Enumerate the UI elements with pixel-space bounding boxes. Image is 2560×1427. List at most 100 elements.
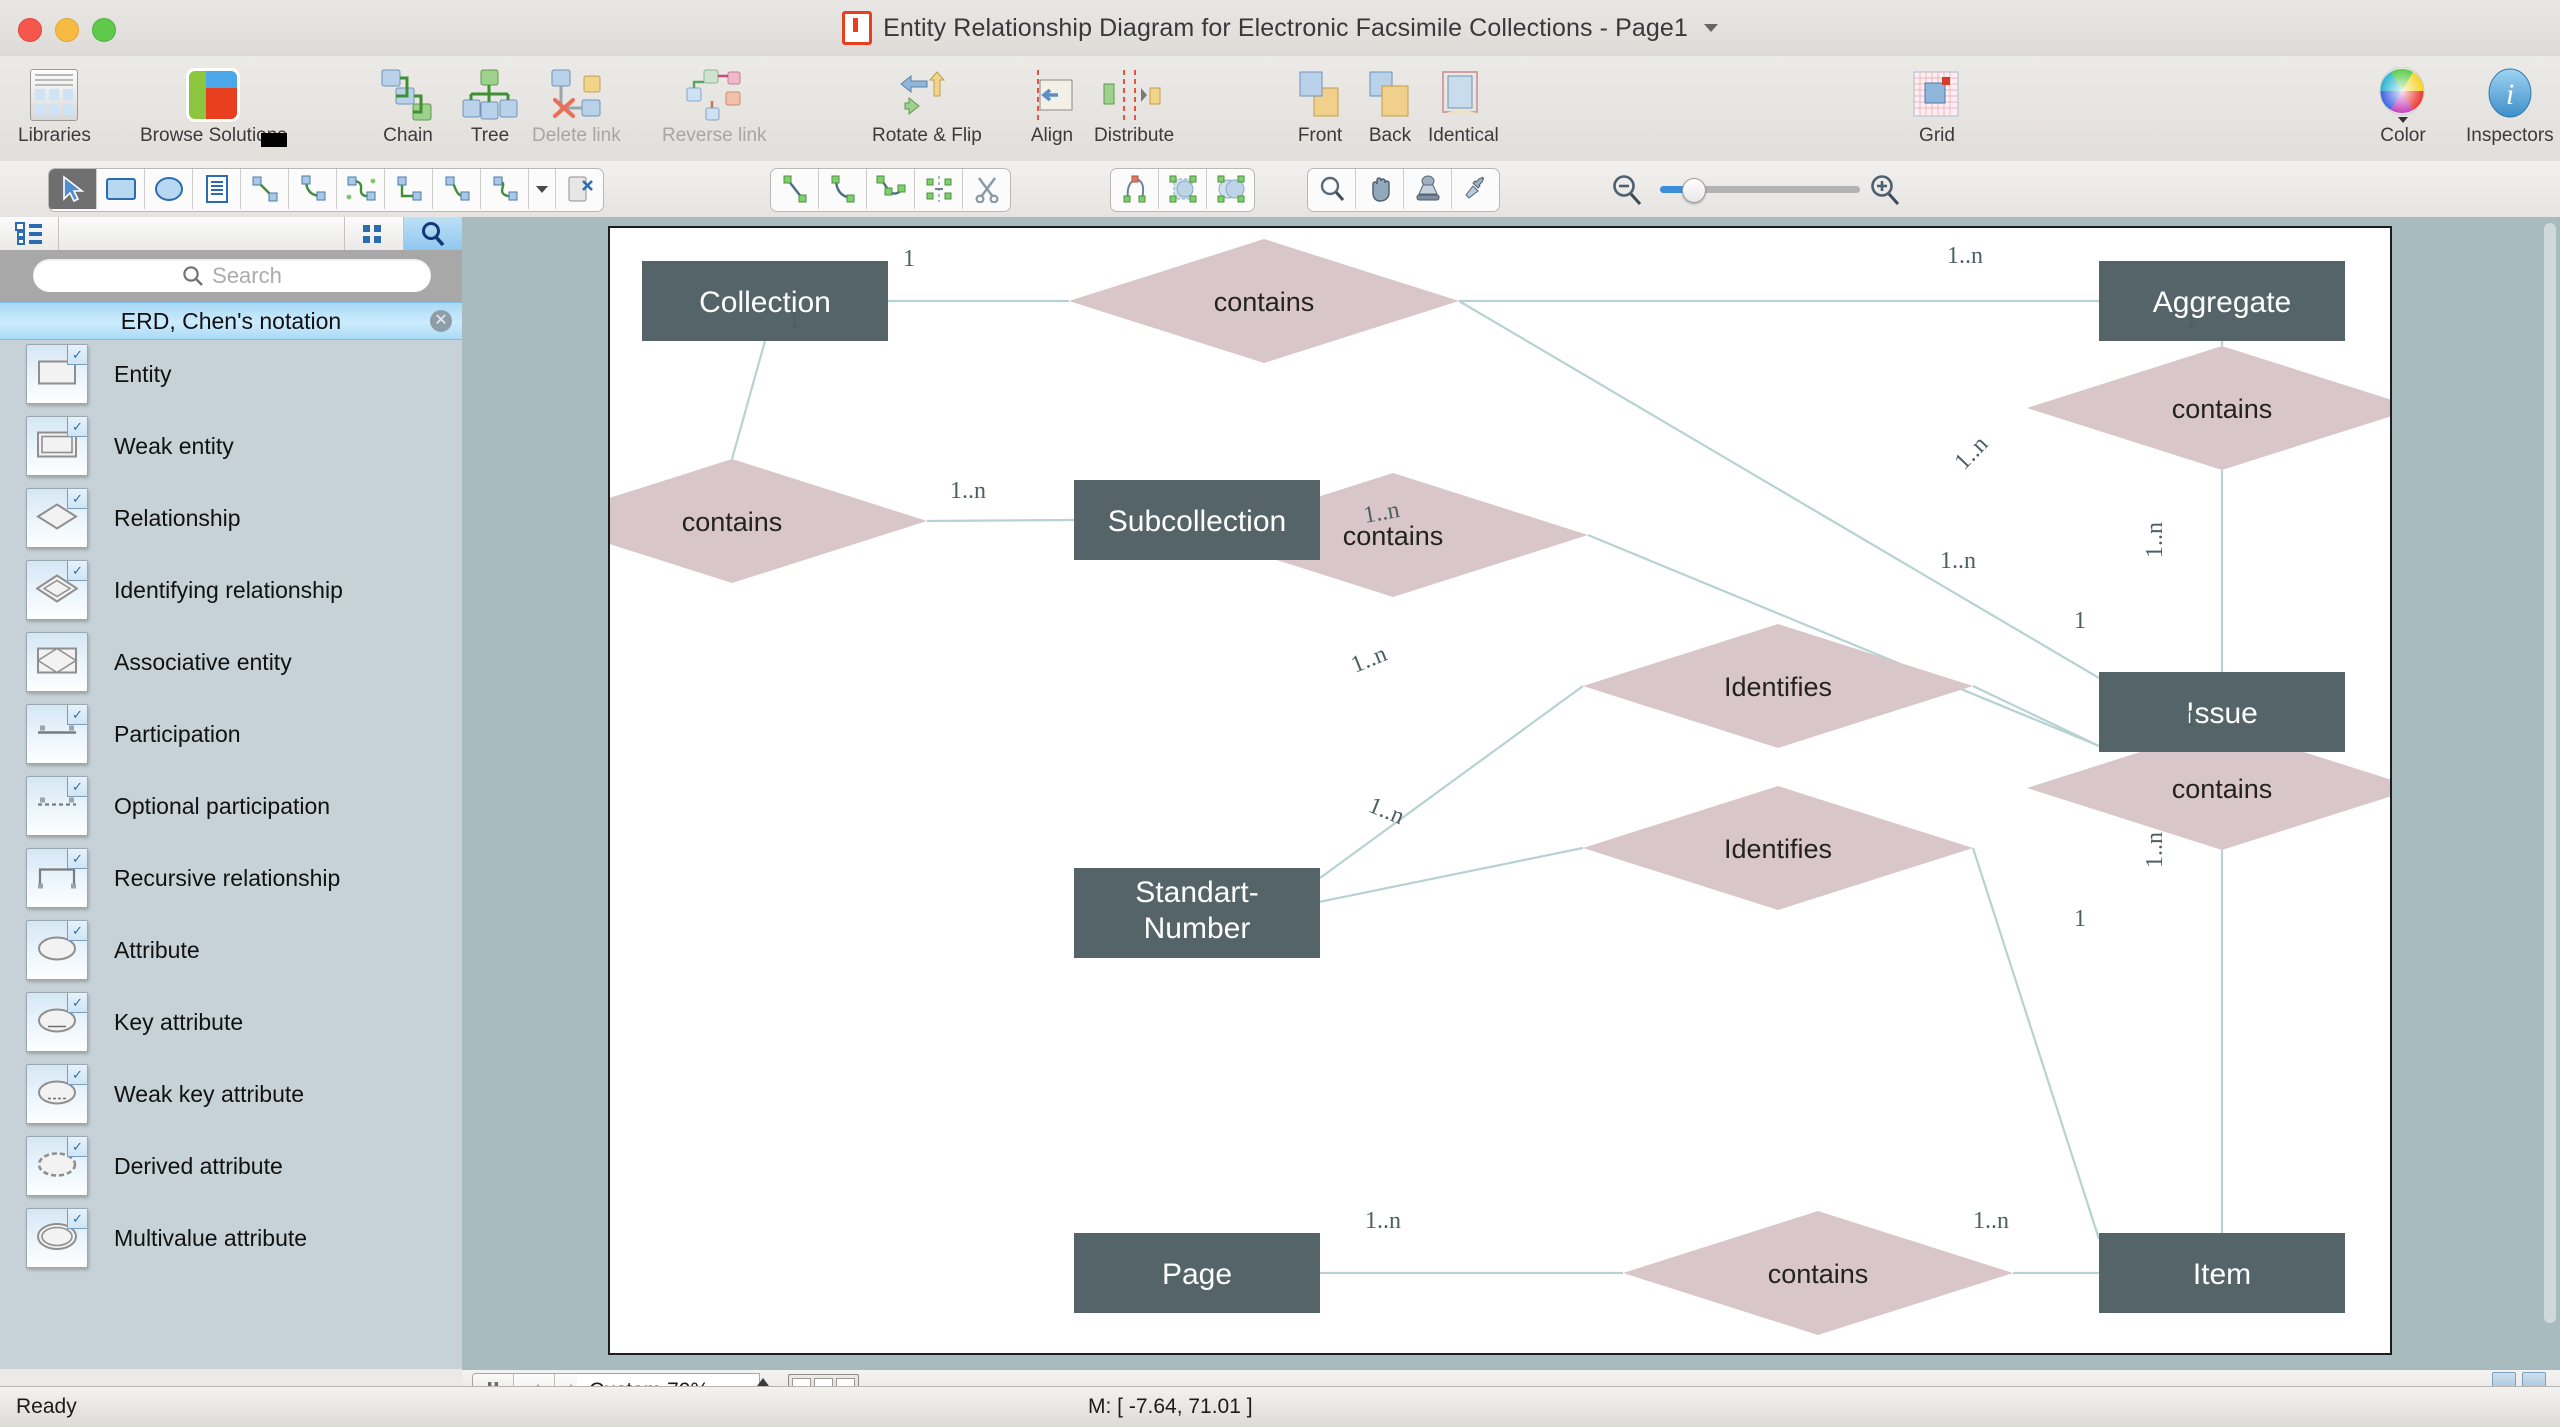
recursive-relationship-shape-icon[interactable]: ✓ <box>26 848 88 908</box>
library-item-entity[interactable]: ✓ Entity <box>0 338 462 410</box>
zoom-in-icon[interactable] <box>1868 173 1902 210</box>
entity-subcollection[interactable]: Subcollection <box>1074 480 1320 560</box>
smart-connector-icon[interactable] <box>337 169 385 209</box>
relationship-r7[interactable]: Identifies <box>1583 786 1973 910</box>
entity-issue[interactable]: Issue <box>2099 672 2345 752</box>
ellipse-tool-icon[interactable] <box>145 169 193 209</box>
toolbar-button-distribute[interactable]: Distribute <box>1094 66 1174 147</box>
entity-standart[interactable]: Standart-Number <box>1074 868 1320 958</box>
toolbar-button-color[interactable]: Color <box>2376 66 2430 147</box>
relationship-r2[interactable]: contains <box>610 459 927 583</box>
scissors-icon[interactable] <box>963 169 1010 209</box>
rectangle-tool-icon[interactable] <box>97 169 145 209</box>
straight-connector-icon[interactable] <box>241 169 289 209</box>
library-search-icon[interactable] <box>404 217 462 250</box>
entity-item[interactable]: Item <box>2099 1233 2345 1313</box>
toolbar-button-back[interactable]: Back <box>1362 66 1418 147</box>
toolbar-button-align[interactable]: Align <box>1024 66 1080 147</box>
stamp-tool-icon[interactable] <box>1404 169 1452 209</box>
freeform-icon[interactable] <box>867 169 915 209</box>
optional-participation-shape-icon[interactable]: ✓ <box>26 776 88 836</box>
library-section-header[interactable]: ERD, Chen's notation ✕ <box>0 302 462 340</box>
toolbar-button-rotate-flip[interactable]: Rotate & Flip <box>872 66 982 147</box>
library-item-recursive-relationship[interactable]: ✓ Recursive relationship <box>0 842 462 914</box>
toolbar-button-chain[interactable]: Chain <box>380 66 436 147</box>
zoom-out-icon[interactable] <box>1610 173 1644 210</box>
zoom-slider-thumb[interactable] <box>1682 178 1706 203</box>
weak-entity-shape-icon[interactable]: ✓ <box>26 416 88 476</box>
relationship-r5[interactable]: Identifies <box>1583 624 1973 748</box>
mirror-icon[interactable] <box>915 169 963 209</box>
entity-collection[interactable]: Collection <box>642 261 888 341</box>
library-grid-icon[interactable] <box>345 217 405 250</box>
subtract-icon[interactable] <box>1159 169 1207 209</box>
relationship-label: contains <box>2172 394 2273 424</box>
scrollbar-thumb[interactable] <box>2544 223 2556 1323</box>
library-tree-icon[interactable] <box>0 217 59 250</box>
associative-entity-shape-icon[interactable] <box>26 632 88 692</box>
relationship-r3[interactable]: contains <box>2027 346 2390 470</box>
entity-aggregate[interactable]: Aggregate <box>2099 261 2345 341</box>
delete-shape-icon[interactable] <box>556 169 603 209</box>
participation-shape-icon[interactable]: ✓ <box>26 704 88 764</box>
library-item-attribute[interactable]: ✓ Attribute <box>0 914 462 986</box>
library-item-identifying-relationship[interactable]: ✓ Identifying relationship <box>0 554 462 626</box>
toolbar-button-libraries[interactable]: Libraries <box>18 66 91 147</box>
title-bar: Entity Relationship Diagram for Electron… <box>0 0 2560 57</box>
entity-shape-icon[interactable]: ✓ <box>26 344 88 404</box>
toolbar-button-tree[interactable]: Tree <box>462 66 518 147</box>
relationship-r8[interactable]: contains <box>1623 1211 2013 1335</box>
toolbar-button-grid[interactable]: Grid <box>1912 66 1962 147</box>
search-input[interactable]: Search <box>33 259 431 292</box>
library-item-key-attribute[interactable]: ✓ Key attribute <box>0 986 462 1058</box>
pointer-tool-icon[interactable] <box>49 169 97 209</box>
eyedropper-tool-icon[interactable] <box>1452 169 1499 209</box>
toolbar-label: Back <box>1368 125 1412 146</box>
hand-tool-icon[interactable] <box>1356 169 1404 209</box>
toolbar-button-front[interactable]: Front <box>1292 66 1348 147</box>
derived-attribute-shape-icon[interactable]: ✓ <box>26 1136 88 1196</box>
document-page[interactable]: contains contains contains contains Identifi… <box>608 226 2392 1355</box>
library-item-optional-participation[interactable]: ✓ Optional participation <box>0 770 462 842</box>
key-attribute-shape-icon[interactable]: ✓ <box>26 992 88 1052</box>
arc-segment-icon[interactable] <box>819 169 867 209</box>
entity-page[interactable]: Page <box>1074 1233 1320 1313</box>
close-icon[interactable]: ✕ <box>430 310 452 332</box>
rounded-connector-icon[interactable] <box>481 169 529 209</box>
library-item-label: Identifying relationship <box>114 576 343 603</box>
curved-connector-icon[interactable] <box>289 169 337 209</box>
relationship-r1[interactable]: contains <box>1069 239 1459 363</box>
toolbar-label: Chain <box>383 125 433 146</box>
library-item-derived-attribute[interactable]: ✓ Derived attribute <box>0 1130 462 1202</box>
application-window: Entity Relationship Diagram for Electron… <box>0 0 2560 1427</box>
chevron-down-icon[interactable] <box>1703 24 1718 32</box>
identifying-relationship-shape-icon[interactable]: ✓ <box>26 560 88 620</box>
connector-dropdown-caret[interactable] <box>529 169 556 209</box>
weak-key-attribute-shape-icon[interactable]: ✓ <box>26 1064 88 1124</box>
union-icon[interactable] <box>1111 169 1159 209</box>
canvas-vertical-scrollbar[interactable] <box>2544 223 2556 1323</box>
toolbar-button-delete-link[interactable]: Delete link <box>532 66 621 147</box>
library-item-weak-entity[interactable]: ✓ Weak entity <box>0 410 462 482</box>
intersect-icon[interactable] <box>1207 169 1254 209</box>
library-item-weak-key-attribute[interactable]: ✓ Weak key attribute <box>0 1058 462 1130</box>
right-angle-connector-icon[interactable] <box>385 169 433 209</box>
library-item-associative-entity[interactable]: Associative entity <box>0 626 462 698</box>
check-icon: ✓ <box>67 705 87 725</box>
relationship-shape-icon[interactable]: ✓ <box>26 488 88 548</box>
library-item-participation[interactable]: ✓ Participation <box>0 698 462 770</box>
toolbar-button-inspectors[interactable]: i Inspectors <box>2466 66 2554 147</box>
canvas-area[interactable]: contains contains contains contains Identifi… <box>462 217 2560 1369</box>
multivalue-attribute-shape-icon[interactable]: ✓ <box>26 1208 88 1268</box>
zoom-slider-track[interactable] <box>1660 178 1860 203</box>
library-item-multivalue-attribute[interactable]: ✓ Multivalue attribute <box>0 1202 462 1274</box>
text-tool-icon[interactable] <box>193 169 241 209</box>
line-segment-icon[interactable] <box>771 169 819 209</box>
toolbar-button-browse-solutions[interactable]: Browse Solutions <box>140 66 287 147</box>
library-item-relationship[interactable]: ✓ Relationship <box>0 482 462 554</box>
zoom-tool-icon[interactable] <box>1308 169 1356 209</box>
bezier-connector-icon[interactable] <box>433 169 481 209</box>
toolbar-button-identical[interactable]: Identical <box>1428 66 1499 147</box>
toolbar-button-reverse-link[interactable]: Reverse link <box>662 66 767 147</box>
attribute-shape-icon[interactable]: ✓ <box>26 920 88 980</box>
